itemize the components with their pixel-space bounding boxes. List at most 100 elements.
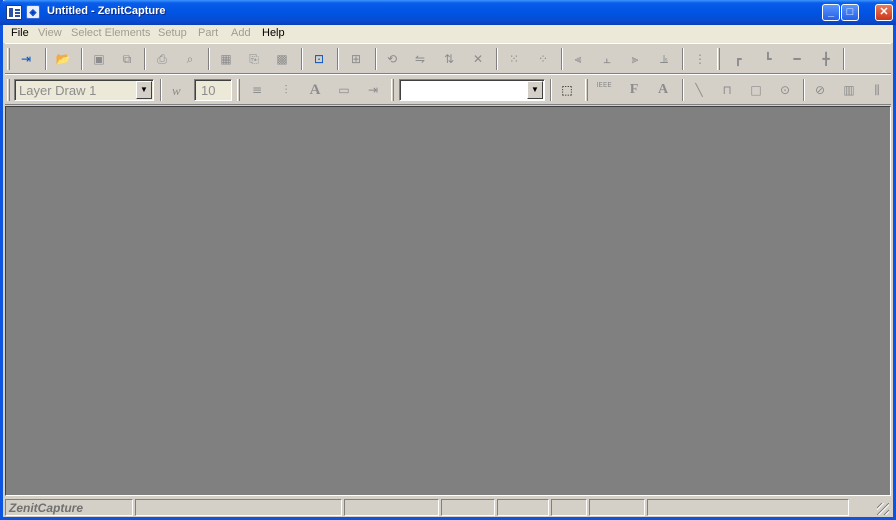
text-tool-icon[interactable]: A — [304, 80, 326, 100]
selection-rect-icon[interactable]: ⬚ — [556, 80, 578, 100]
format-toolbar: Layer Draw 1 ▼ w 10 ≡ ⫶ A ▭ ⇥ ▼ ⬚ IEEE F… — [5, 74, 891, 105]
drawing-canvas[interactable] — [5, 106, 891, 496]
status-pane — [589, 499, 645, 516]
align-right-icon[interactable]: ⫸ — [624, 49, 646, 69]
font-icon[interactable]: F — [623, 80, 645, 100]
copy-icon[interactable]: ⎘ — [243, 49, 265, 69]
add-part-icon[interactable]: ⊞ — [345, 49, 367, 69]
toolbar-separator — [550, 79, 552, 101]
toolbar-separator — [301, 48, 303, 70]
menu-part[interactable]: Part — [198, 27, 218, 39]
ieee-symbol-icon[interactable]: IEEE — [593, 80, 615, 100]
toolbar-separator — [496, 48, 498, 70]
toolbar-separator — [81, 48, 83, 70]
toolbar-separator — [803, 79, 805, 101]
toolbar-grip[interactable] — [7, 79, 10, 101]
image-icon[interactable]: ▩ — [271, 49, 293, 69]
bus-entry-icon[interactable]: ⫼ — [866, 80, 888, 100]
menu-select-elements[interactable]: Select Elements — [71, 27, 150, 39]
delete-icon[interactable]: ✕ — [467, 49, 489, 69]
save-all-icon[interactable]: ⧉ — [116, 49, 138, 69]
menu-file[interactable]: File — [11, 27, 29, 39]
document-icon — [6, 5, 22, 20]
toolbar-grip[interactable] — [717, 48, 720, 70]
fill-icon[interactable]: ⊘ — [809, 80, 831, 100]
component-browser-icon[interactable]: ⊡ — [308, 49, 330, 69]
rectangle-icon[interactable]: □ — [745, 80, 767, 100]
width-input-value: 10 — [201, 83, 216, 98]
grid-icon[interactable]: ▦ — [215, 49, 237, 69]
chevron-down-icon[interactable]: ▼ — [136, 81, 152, 99]
toolbar-separator — [682, 79, 684, 101]
toolbar-separator — [45, 48, 47, 70]
rotate-icon[interactable]: ⟲ — [381, 49, 403, 69]
toolbar-separator — [160, 79, 162, 101]
toolbar-separator — [682, 48, 684, 70]
chevron-down-icon[interactable]: ▼ — [527, 81, 543, 99]
close-button[interactable]: ✕ — [875, 4, 893, 21]
toolbar-grip[interactable] — [7, 48, 10, 70]
maximize-button[interactable]: □ — [841, 4, 859, 21]
group-icon[interactable]: ⁙ — [503, 49, 525, 69]
layer-select-value: Layer Draw 1 — [19, 83, 97, 98]
main-toolbar: ⇥ 📂 ▣ ⧉ ⎙ ⌕ ▦ ⎘ ▩ ⊡ ⊞ ⟲ ⇋ ⇅ ✕ ⁙ ⁘ ⫷ ⫠ ⫸ … — [5, 43, 891, 74]
menu-add[interactable]: Add — [231, 27, 251, 39]
align-top-icon[interactable]: ⫠ — [596, 49, 618, 69]
port-icon[interactable]: ⇥ — [362, 80, 384, 100]
distribute-icon[interactable]: ⋮ — [689, 49, 711, 69]
circle-icon[interactable]: ⊙ — [774, 80, 796, 100]
toolbar-grip[interactable] — [391, 79, 394, 101]
app-window: ◈ Untitled - ZenitCapture _ □ ✕ File Vie… — [0, 0, 896, 520]
width-input[interactable]: 10 — [194, 79, 232, 101]
title-bar[interactable]: ◈ Untitled - ZenitCapture _ □ ✕ — [0, 0, 896, 25]
open-folder-icon[interactable]: 📂 — [52, 49, 74, 69]
status-pane — [441, 499, 495, 516]
pin-label-icon[interactable]: ⫶ — [275, 80, 297, 100]
toolbar-separator — [843, 48, 845, 70]
box-icon[interactable]: ▭ — [333, 80, 355, 100]
ungroup-icon[interactable]: ⁘ — [532, 49, 554, 69]
width-label: w — [172, 83, 181, 98]
flip-icon[interactable]: ⇅ — [438, 49, 460, 69]
style-select[interactable]: ▼ — [399, 79, 545, 101]
toolbar-separator — [144, 48, 146, 70]
menu-view[interactable]: View — [38, 27, 62, 39]
pin-icon[interactable]: ≡ — [246, 80, 268, 100]
size-grip[interactable] — [877, 503, 889, 515]
layer-select[interactable]: Layer Draw 1 ▼ — [14, 79, 154, 101]
toolbar-separator — [337, 48, 339, 70]
toolbar-separator — [375, 48, 377, 70]
print-preview-icon[interactable]: ⌕ — [179, 49, 201, 69]
toolbar-separator — [561, 48, 563, 70]
minimize-button[interactable]: _ — [822, 4, 840, 21]
status-pane — [497, 499, 549, 516]
status-pane — [135, 499, 342, 516]
status-pane-app: ZenitCapture — [5, 499, 133, 516]
status-pane — [647, 499, 849, 516]
system-menu-icon[interactable]: ◈ — [26, 5, 40, 19]
toolbar-grip[interactable] — [585, 79, 588, 101]
junction-icon[interactable]: ╋ — [815, 49, 837, 69]
line-icon[interactable]: ╲ — [688, 80, 710, 100]
print-icon[interactable]: ⎙ — [151, 49, 173, 69]
polyline-icon[interactable]: ⊓ — [716, 80, 738, 100]
mirror-icon[interactable]: ⇋ — [409, 49, 431, 69]
save-icon[interactable]: ▣ — [88, 49, 110, 69]
status-bar: ZenitCapture — [5, 498, 891, 517]
status-app-name: ZenitCapture — [9, 501, 84, 515]
toolbar-grip[interactable] — [237, 79, 240, 101]
ieee-label: IEEE — [596, 81, 612, 89]
wire-corner-icon[interactable]: ┏ — [727, 49, 749, 69]
bus-icon[interactable]: ━ — [786, 49, 808, 69]
exit-icon[interactable]: ⇥ — [15, 49, 37, 69]
menu-setup[interactable]: Setup — [158, 27, 187, 39]
text-icon[interactable]: A — [652, 80, 674, 100]
status-pane — [551, 499, 587, 516]
window-title: Untitled - ZenitCapture — [47, 5, 166, 17]
wire-step-icon[interactable]: ┗ — [757, 49, 779, 69]
menu-help[interactable]: Help — [262, 27, 285, 39]
pattern-icon[interactable]: ▥ — [838, 80, 860, 100]
align-bottom-icon[interactable]: ⫡ — [653, 49, 675, 69]
align-left-icon[interactable]: ⫷ — [567, 49, 589, 69]
menu-bar: File View Select Elements Setup Part Add… — [3, 25, 893, 43]
